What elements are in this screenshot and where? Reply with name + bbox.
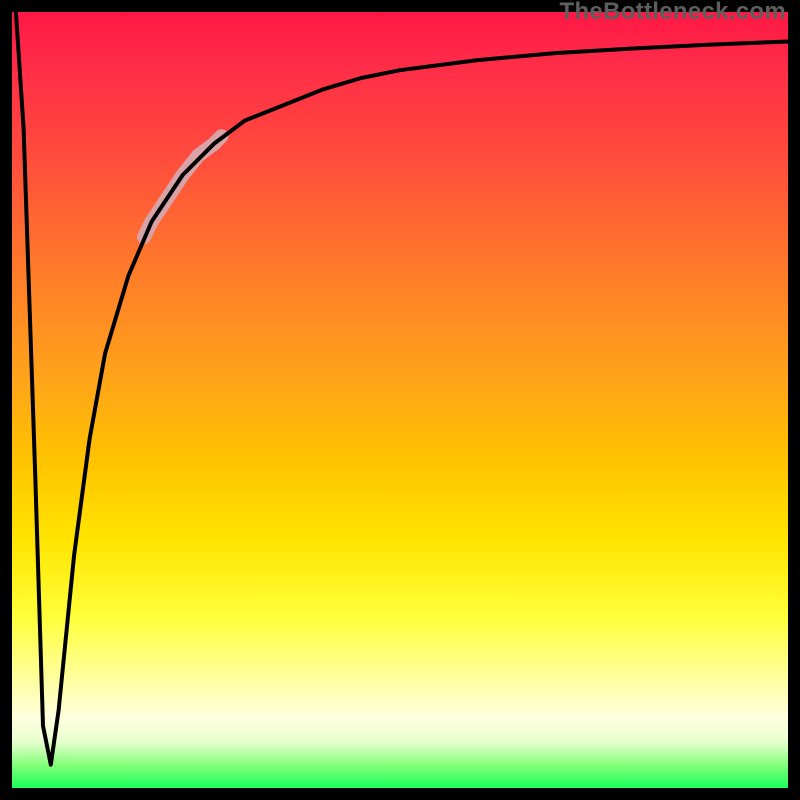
plot-frame xyxy=(0,0,800,800)
watermark-text: TheBottleneck.com xyxy=(560,0,786,26)
